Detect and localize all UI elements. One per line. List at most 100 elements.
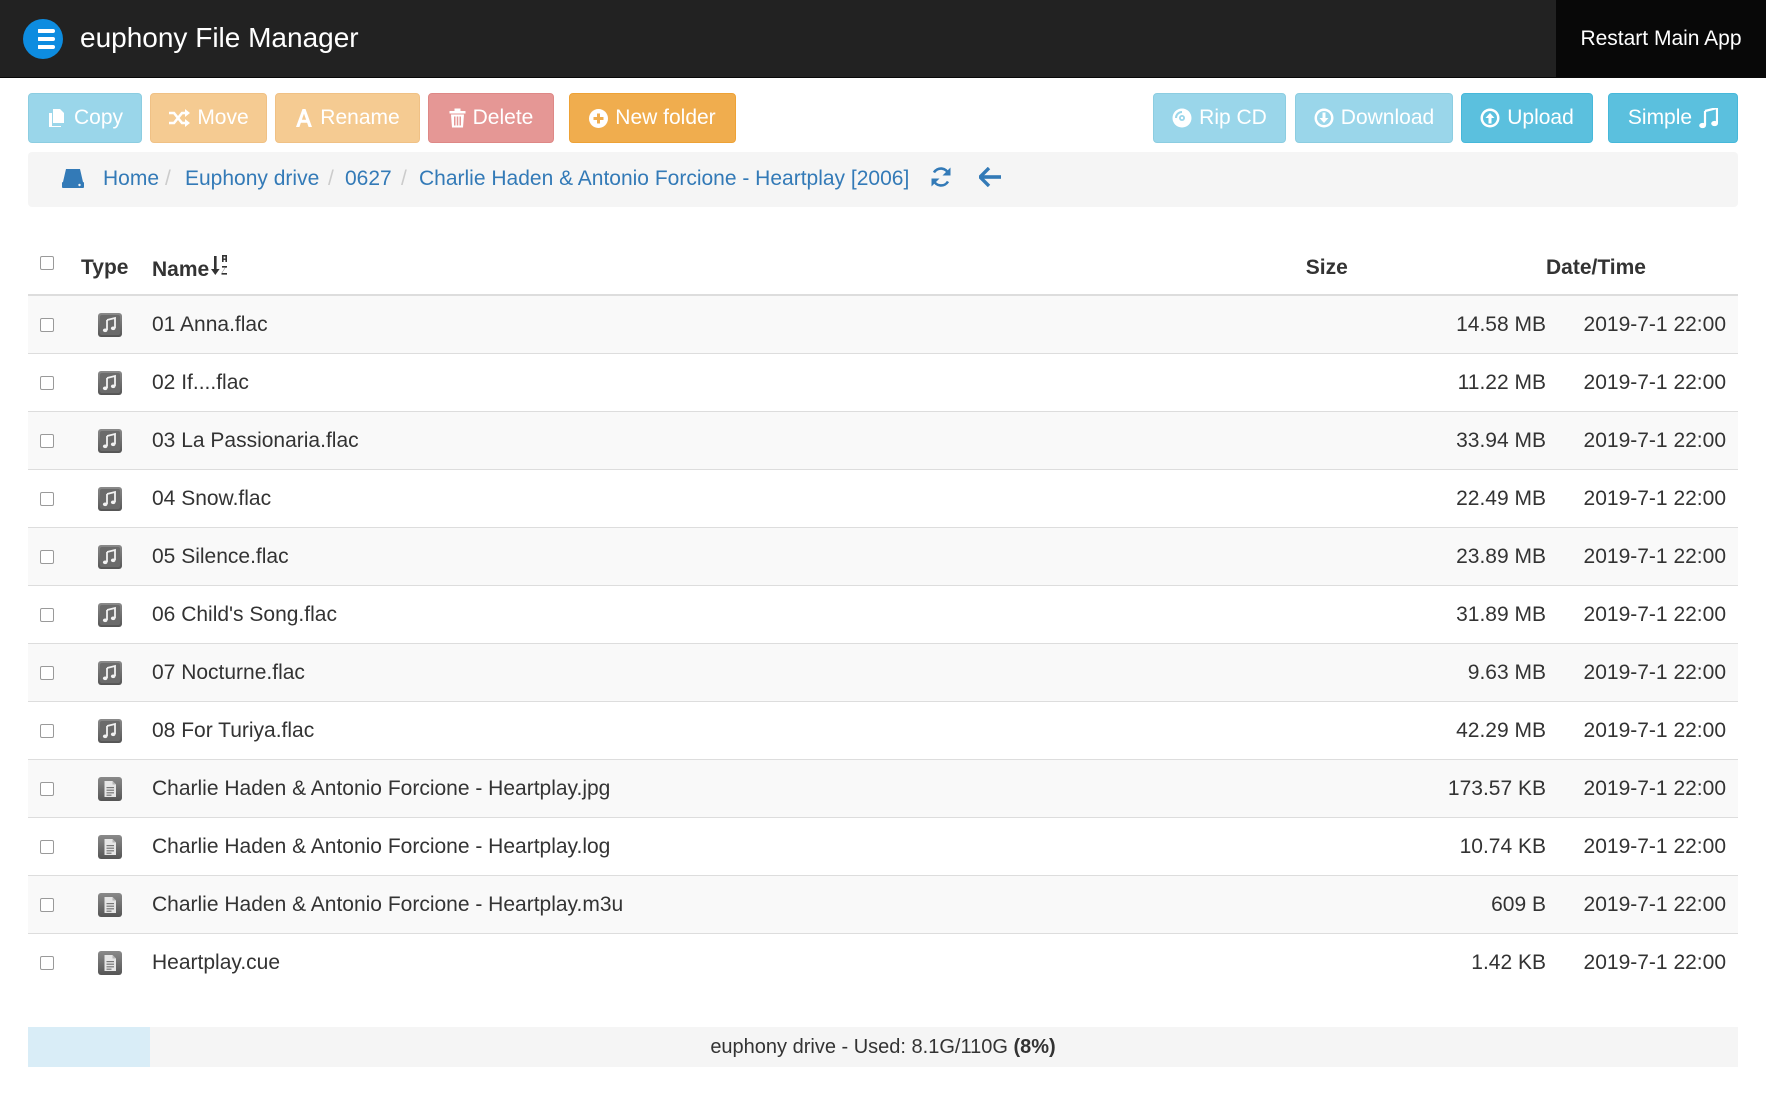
row-file-name[interactable]: Charlie Haden & Antonio Forcione - Heart… [152,875,1306,934]
download-button[interactable]: Download [1295,93,1453,143]
row-file-name[interactable]: Heartplay.cue [152,933,1306,991]
file-table: Type Name Size Date/Time 01 Anna.flac 14.… [28,242,1738,991]
music-file-icon[interactable] [97,486,123,512]
row-select-cell [28,933,81,991]
plus-circle-icon [589,108,609,128]
drive-usage-text: euphony drive - Used: 8.1G/110G (8%) [28,1027,1738,1067]
table-row[interactable]: 08 For Turiya.flac 42.29 MB 2019-7-1 22:00 [28,701,1738,760]
upload-button[interactable]: Upload [1461,93,1593,143]
row-select-cell [28,759,81,818]
row-file-size: 23.89 MB [1305,527,1546,586]
drive-usage-label: euphony drive - Used: 8.1G/110G [710,1036,1008,1058]
document-file-icon[interactable] [97,776,123,802]
row-checkbox[interactable] [40,781,54,796]
row-file-name[interactable]: 06 Child's Song.flac [152,585,1306,644]
arrow-left-icon[interactable] [979,167,1001,187]
delete-button[interactable]: Delete [428,93,554,143]
music-file-icon[interactable] [97,428,123,454]
row-select-cell [28,353,81,412]
music-file-icon[interactable] [97,370,123,396]
breadcrumb-0627[interactable]: 0627 [345,166,392,192]
row-type-cell [81,933,152,991]
restart-main-app-button[interactable]: Restart Main App [1556,0,1766,77]
table-row[interactable]: 02 If....flac 11.22 MB 2019-7-1 22:00 [28,353,1738,412]
new-folder-label: New folder [615,106,716,129]
row-file-date: 2019-7-1 22:00 [1546,933,1738,991]
row-checkbox[interactable] [40,665,54,680]
date-column-header[interactable]: Date/Time [1546,242,1738,296]
rip-cd-button[interactable]: Rip CD [1153,93,1286,143]
document-file-icon[interactable] [97,834,123,860]
table-row[interactable]: Charlie Haden & Antonio Forcione - Heart… [28,875,1738,934]
row-file-name[interactable]: 07 Nocturne.flac [152,643,1306,702]
table-row[interactable]: 03 La Passionaria.flac 33.94 MB 2019-7-1 2… [28,411,1738,470]
table-row[interactable]: Charlie Haden & Antonio Forcione - Heart… [28,759,1738,818]
row-checkbox[interactable] [40,433,54,448]
row-select-cell [28,527,81,586]
row-select-cell [28,875,81,934]
music-file-icon[interactable] [97,544,123,570]
row-file-size: 22.49 MB [1305,469,1546,528]
row-checkbox[interactable] [40,607,54,622]
table-row[interactable]: 07 Nocturne.flac 9.63 MB 2019-7-1 22:00 [28,643,1738,702]
row-checkbox[interactable] [40,317,54,332]
music-file-icon[interactable] [97,718,123,744]
music-file-icon[interactable] [97,602,123,628]
row-file-date: 2019-7-1 22:00 [1546,817,1738,876]
row-file-name[interactable]: 08 For Turiya.flac [152,701,1306,760]
row-file-date: 2019-7-1 22:00 [1546,701,1738,760]
simple-button[interactable]: Simple [1608,93,1738,143]
row-checkbox[interactable] [40,723,54,738]
document-file-icon[interactable] [97,950,123,976]
table-row[interactable]: 05 Silence.flac 23.89 MB 2019-7-1 22:00 [28,527,1738,586]
row-file-size: 1.42 KB [1305,933,1546,991]
euphony-logo-icon[interactable] [22,18,64,60]
copy-button[interactable]: Copy [28,93,142,143]
row-checkbox[interactable] [40,955,54,970]
row-file-name[interactable]: Charlie Haden & Antonio Forcione - Heart… [152,817,1306,876]
row-checkbox[interactable] [40,839,54,854]
row-file-name[interactable]: Charlie Haden & Antonio Forcione - Heart… [152,759,1306,818]
move-button[interactable]: Move [150,93,267,143]
app-title[interactable]: euphony File Manager [80,21,359,55]
table-row[interactable]: 06 Child's Song.flac 31.89 MB 2019-7-1 22:… [28,585,1738,644]
table-row[interactable]: 01 Anna.flac 14.58 MB 2019-7-1 22:00 [28,295,1738,354]
upload-circle-icon [1480,108,1500,128]
row-file-name[interactable]: 04 Snow.flac [152,469,1306,528]
row-file-date: 2019-7-1 22:00 [1546,295,1738,354]
row-checkbox[interactable] [40,897,54,912]
select-all-cell [28,242,81,296]
table-row[interactable]: 04 Snow.flac 22.49 MB 2019-7-1 22:00 [28,469,1738,528]
new-folder-button[interactable]: New folder [569,93,736,143]
name-column-header[interactable]: Name [152,242,1306,296]
sort-alpha-icon[interactable] [211,254,229,278]
row-file-name[interactable]: 01 Anna.flac [152,295,1306,354]
row-select-cell [28,295,81,354]
row-file-name[interactable]: 05 Silence.flac [152,527,1306,586]
row-file-name[interactable]: 02 If....flac [152,353,1306,412]
select-all-checkbox[interactable] [40,256,54,271]
breadcrumb-home[interactable]: Home [103,166,159,192]
row-type-cell [81,527,152,586]
breadcrumb-euphony-drive[interactable]: Euphony drive [185,166,319,192]
upload-label: Upload [1507,106,1574,129]
music-file-icon[interactable] [97,312,123,338]
music-file-icon[interactable] [97,660,123,686]
size-column-header[interactable]: Size [1305,242,1546,296]
row-checkbox[interactable] [40,375,54,390]
refresh-icon[interactable] [929,165,953,189]
table-row[interactable]: Heartplay.cue 1.42 KB 2019-7-1 22:00 [28,933,1738,991]
name-column-label: Name [152,258,210,281]
breadcrumb-current-folder[interactable]: Charlie Haden & Antonio Forcione - Heart… [419,166,909,192]
simple-label: Simple [1627,106,1693,129]
rename-button[interactable]: Rename [275,93,420,143]
row-checkbox[interactable] [40,491,54,506]
table-row[interactable]: Charlie Haden & Antonio Forcione - Heart… [28,817,1738,876]
breadcrumb-separator: / [165,167,171,190]
type-column-header[interactable]: Type [81,242,152,296]
row-checkbox[interactable] [40,549,54,564]
row-type-cell [81,817,152,876]
row-file-date: 2019-7-1 22:00 [1546,411,1738,470]
document-file-icon[interactable] [97,892,123,918]
row-file-name[interactable]: 03 La Passionaria.flac [152,411,1306,470]
